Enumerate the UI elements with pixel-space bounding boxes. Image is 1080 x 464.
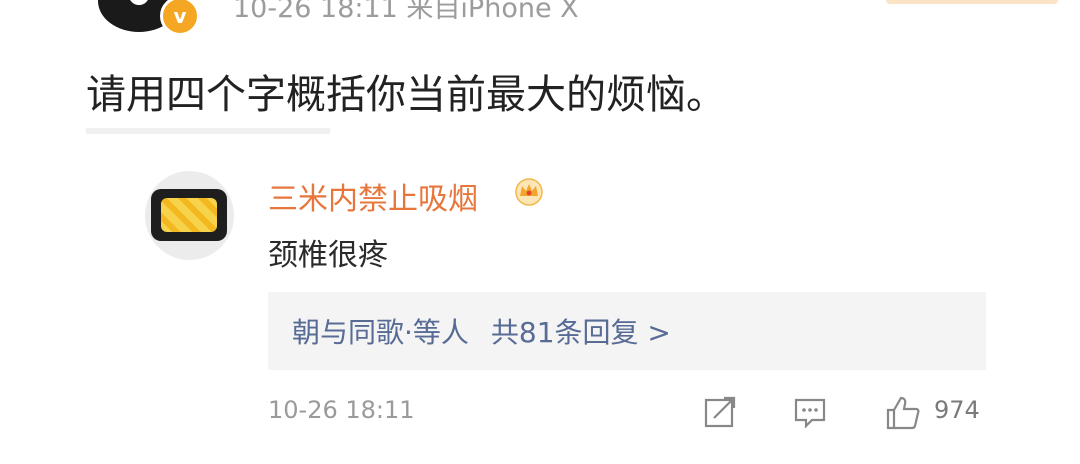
follow-tag[interactable]	[886, 0, 1058, 4]
commenter-avatar[interactable]	[145, 171, 234, 260]
verified-badge: v	[160, 0, 200, 36]
like-count: 974	[934, 396, 980, 424]
reply-names[interactable]: 朝与同歌·等人	[292, 311, 469, 351]
share-icon[interactable]	[702, 394, 738, 430]
post-meta: 10-26 18:11 来自iPhone X	[233, 0, 579, 24]
comment-time: 10-26 18:11	[268, 396, 415, 424]
crown-icon	[515, 178, 543, 206]
reply-count-link[interactable]: 共81条回复 >	[491, 311, 671, 351]
replies-box[interactable]: 朝与同歌·等人 共81条回复 >	[268, 292, 986, 370]
comment-icon[interactable]	[792, 394, 828, 430]
comment-text: 颈椎很疼	[268, 238, 388, 273]
avatar-food	[161, 198, 217, 232]
post-text: 请用四个字概括你当前最大的烦恼。	[86, 72, 726, 118]
post-divider	[86, 128, 330, 134]
like-icon[interactable]	[884, 394, 922, 432]
commenter-name[interactable]: 三米内禁止吸烟	[268, 174, 478, 218]
